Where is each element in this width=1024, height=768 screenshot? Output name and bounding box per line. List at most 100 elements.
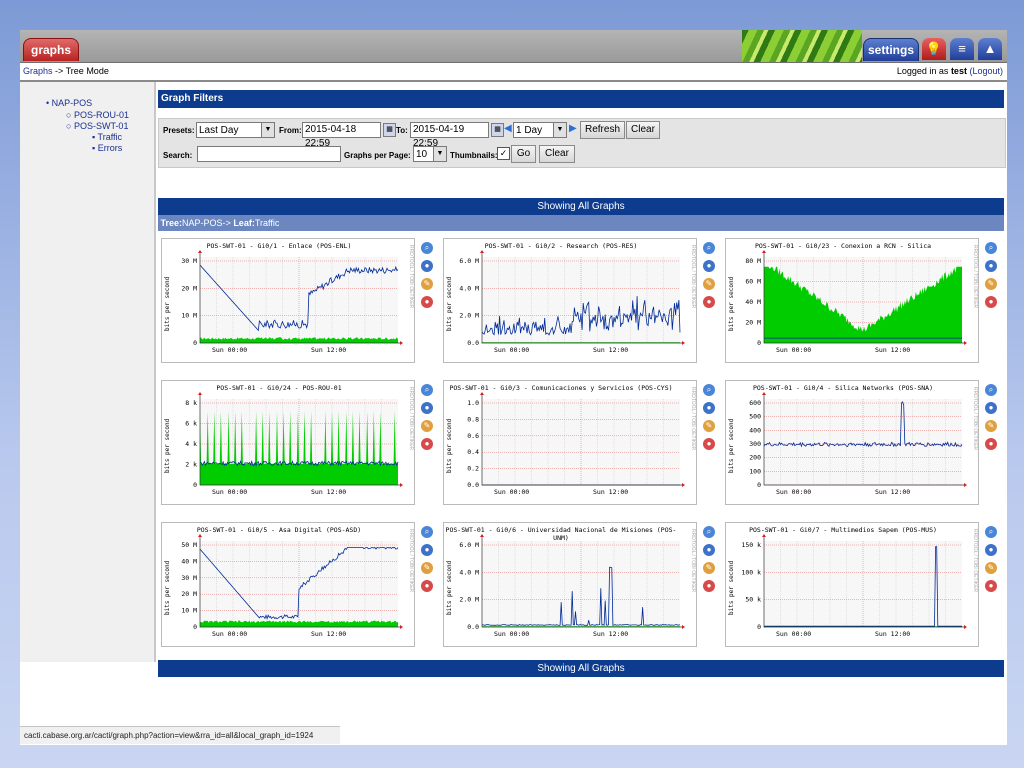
graph-thumbnail[interactable]: POS-SWT-01 - Gi0/24 - POS-ROU-01 bits per… [161, 380, 415, 505]
bulb-icon[interactable]: 💡 [922, 38, 946, 60]
tree-item-label: NAP-POS [51, 98, 93, 108]
graphs-tab[interactable]: graphs [23, 38, 79, 61]
properties-icon[interactable]: ● [421, 260, 433, 272]
timespan-value: 1 Day [516, 125, 543, 136]
delete-icon[interactable]: ● [985, 296, 997, 308]
zoom-icon[interactable]: ⌕ [985, 384, 997, 396]
delete-icon[interactable]: ● [985, 580, 997, 592]
edit-icon[interactable]: ✎ [985, 420, 997, 432]
settings-tab[interactable]: settings [863, 38, 919, 61]
from-label: From: [279, 126, 302, 135]
search-input[interactable] [197, 146, 341, 162]
shift-right-icon[interactable]: ▶ [569, 123, 577, 134]
zoom-icon[interactable]: ⌕ [421, 242, 433, 254]
breadcrumb-bar: Graphs -> Tree Mode Logged in as test (L… [20, 63, 1007, 82]
timespan-select[interactable]: 1 Day ▼ [513, 122, 567, 138]
zoom-icon[interactable]: ⌕ [421, 526, 433, 538]
delete-icon[interactable]: ● [421, 296, 433, 308]
presets-select[interactable]: Last Day ▼ [196, 122, 275, 138]
list-icon[interactable]: ≡ [950, 38, 974, 60]
zoom-icon[interactable]: ⌕ [703, 242, 715, 254]
graph-action-icons: ⌕ ● ✎ ● [985, 384, 999, 456]
x-tick-label: Sun 00:00 [212, 346, 247, 354]
calendar-icon[interactable]: ▦ [491, 123, 504, 137]
y-tick-label: 0.8 [467, 415, 479, 423]
tree-leaf-errors[interactable]: ▪ Errors [92, 143, 122, 153]
y-tick-label: 2 k [185, 461, 197, 469]
to-date-input[interactable]: 2015-04-19 22:59 [410, 122, 489, 149]
y-tick-label: 200 [749, 454, 761, 462]
properties-icon[interactable]: ● [703, 544, 715, 556]
delete-icon[interactable]: ● [703, 296, 715, 308]
graph-thumbnail[interactable]: POS-SWT-01 - Gi0/3 - Comunicaciones y Se… [443, 380, 697, 505]
edit-icon[interactable]: ✎ [421, 278, 433, 290]
edit-icon[interactable]: ✎ [703, 278, 715, 290]
graph-thumbnail[interactable]: POS-SWT-01 - Gi0/7 - Multimedios Sapem (… [725, 522, 979, 647]
clear-search-button[interactable]: Clear [539, 145, 575, 163]
graph-thumbnail[interactable]: POS-SWT-01 - Gi0/2 - Research (POS-RES) b… [443, 238, 697, 363]
graph-plot: 1.0 0.8 0.6 0.4 0.2 0.0 Sun 00:00 Sun 12:00 [467, 392, 685, 496]
graphs-per-page-select[interactable]: 10 ▼ [413, 146, 447, 162]
chevron-down-icon: ▼ [553, 123, 566, 137]
zoom-icon[interactable]: ⌕ [985, 526, 997, 538]
zoom-icon[interactable]: ⌕ [703, 526, 715, 538]
edit-icon[interactable]: ✎ [985, 278, 997, 290]
chevron-down-icon: ▼ [261, 123, 274, 137]
y-tick-label: 500 [749, 413, 761, 421]
edit-icon[interactable]: ✎ [703, 562, 715, 574]
delete-icon[interactable]: ● [703, 580, 715, 592]
properties-icon[interactable]: ● [703, 402, 715, 414]
tree-item-pos-rou-01[interactable]: ○ POS-ROU-01 [66, 110, 129, 120]
logout-link[interactable]: (Logout) [969, 66, 1003, 76]
zoom-icon[interactable]: ⌕ [703, 384, 715, 396]
zoom-icon[interactable]: ⌕ [421, 384, 433, 396]
x-tick-label: Sun 00:00 [776, 488, 811, 496]
leaf-label: Leaf: [233, 218, 255, 228]
graph-action-icons: ⌕ ● ✎ ● [421, 384, 435, 456]
graph-thumbnail[interactable]: POS-SWT-01 - Gi0/5 - Asa Digital (POS-AS… [161, 522, 415, 647]
properties-icon[interactable]: ● [985, 544, 997, 556]
thumbnails-label: Thumbnails: [450, 151, 498, 160]
edit-icon[interactable]: ✎ [421, 562, 433, 574]
tree-item-nap-pos[interactable]: • NAP-POS [46, 98, 92, 108]
properties-icon[interactable]: ● [421, 402, 433, 414]
properties-icon[interactable]: ● [421, 544, 433, 556]
edit-icon[interactable]: ✎ [421, 420, 433, 432]
y-tick-label: 6 k [185, 420, 197, 428]
clear-button[interactable]: Clear [626, 121, 660, 139]
zoom-icon[interactable]: ⌕ [985, 242, 997, 254]
top-navigation-bar: graphs settings 💡 ≡ ▲ [20, 30, 1007, 63]
delete-icon[interactable]: ● [703, 438, 715, 450]
calendar-icon[interactable]: ▦ [383, 123, 396, 137]
properties-icon[interactable]: ● [985, 260, 997, 272]
graph-plot: 50 M 40 M 30 M 20 M 10 M 0 Sun 00:00 Sun 12:00 [181, 534, 403, 638]
graph-thumbnail[interactable]: POS-SWT-01 - Gi0/1 - Enlace (POS-ENL) bit… [161, 238, 415, 363]
y-tick-label: 30 M [181, 574, 197, 582]
y-tick-label: 8 k [185, 399, 197, 407]
y-tick-label: 400 [749, 426, 761, 434]
delete-icon[interactable]: ● [421, 580, 433, 592]
graph-thumbnail[interactable]: POS-SWT-01 - Gi0/23 - Conexion a RCN - S… [725, 238, 979, 363]
y-tick-label: 50 M [181, 541, 197, 549]
graph-plot: 600 500 400 300 200 100 0 Sun 00:00 Sun 12:00 [749, 392, 967, 496]
from-date-input[interactable]: 2015-04-18 22:59 [302, 122, 381, 149]
breadcrumb-graphs-link[interactable]: Graphs [23, 66, 53, 76]
properties-icon[interactable]: ● [703, 260, 715, 272]
shift-left-icon[interactable]: ◀ [504, 123, 512, 134]
thumbnails-checkbox[interactable]: ✓ [497, 147, 510, 160]
y-tick-label: 100 [749, 467, 761, 475]
edit-icon[interactable]: ✎ [703, 420, 715, 432]
tree-item-pos-swt-01[interactable]: ○ POS-SWT-01 [66, 121, 128, 131]
x-tick-label: Sun 12:00 [593, 488, 628, 496]
tree-leaf-traffic[interactable]: ▪ Traffic [92, 132, 122, 142]
delete-icon[interactable]: ● [421, 438, 433, 450]
mountain-icon[interactable]: ▲ [978, 38, 1002, 60]
edit-icon[interactable]: ✎ [985, 562, 997, 574]
go-button[interactable]: Go [511, 145, 536, 163]
refresh-button[interactable]: Refresh [580, 121, 625, 139]
graph-thumbnail[interactable]: POS-SWT-01 - Gi0/6 - Universidad Naciona… [443, 522, 697, 647]
properties-icon[interactable]: ● [985, 402, 997, 414]
tree-item-label: Traffic [97, 132, 123, 142]
delete-icon[interactable]: ● [985, 438, 997, 450]
graph-thumbnail[interactable]: POS-SWT-01 - Gi0/4 - Silica Networks (PO… [725, 380, 979, 505]
